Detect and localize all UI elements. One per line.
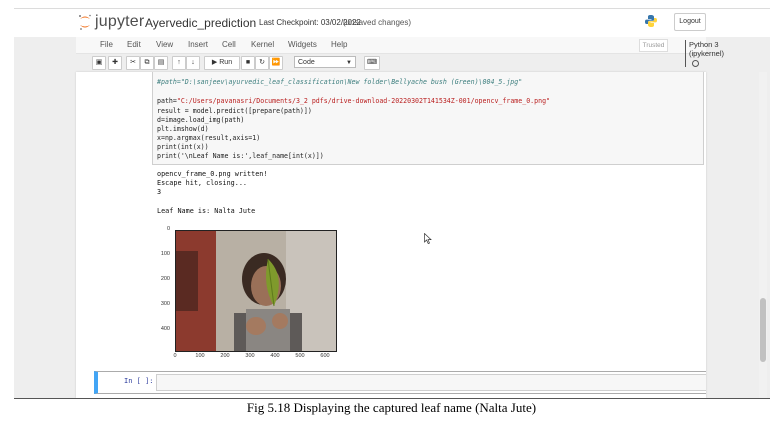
browser-strip [14, 0, 770, 9]
interrupt-button[interactable]: ■ [241, 56, 255, 70]
output-line: 3 [157, 188, 162, 196]
scrollbar[interactable] [759, 72, 767, 398]
code-line: #path="D:\sanjeev\ayurvedic_leaf_classif… [157, 78, 523, 86]
y-tick-label: 0 [166, 226, 170, 232]
command-palette-button[interactable]: ⌨ [364, 56, 380, 70]
cut-icon: ✂ [130, 59, 136, 66]
x-tick-label: 600 [320, 353, 330, 359]
menu-bar: File Edit View Insert Cell Kernel Widget… [76, 37, 724, 67]
restart-icon: ↻ [259, 59, 265, 66]
code-line: plt.imshow(d) [157, 125, 209, 133]
paste-button[interactable]: ▤ [154, 56, 168, 70]
move-up-icon: ↑ [177, 59, 181, 66]
run-button[interactable]: ▶ Run [204, 56, 240, 70]
captured-leaf-image [175, 230, 337, 352]
jupyter-logo[interactable]: jupyter [78, 13, 144, 31]
x-tick-label: 500 [295, 353, 305, 359]
notebook-name[interactable]: Ayervedic_prediction [145, 16, 256, 30]
menu-help[interactable]: Help [331, 40, 347, 49]
code-line: print('\nLeaf Name is:',leaf_name[int(x)… [157, 152, 324, 160]
jupyter-logo-icon [78, 14, 92, 30]
menu-insert[interactable]: Insert [188, 40, 208, 49]
code-line: x=np.argmax(result,axis=1) [157, 134, 261, 142]
copy-button[interactable]: ⧉ [140, 56, 154, 70]
move-down-button[interactable]: ↓ [186, 56, 200, 70]
code-cell-input[interactable]: #path="D:\sanjeev\ayurvedic_leaf_classif… [152, 72, 704, 165]
code-line: print(int(x)) [157, 143, 209, 151]
cut-button[interactable]: ✂ [126, 56, 140, 70]
restart-button[interactable]: ↻ [255, 56, 269, 70]
trusted-badge[interactable]: Trusted [639, 39, 668, 52]
x-tick-label: 100 [195, 353, 205, 359]
x-tick-label: 0 [173, 353, 177, 359]
restart-run-all-button[interactable]: ⏩ [269, 56, 283, 70]
output-line: Escape hit, closing... [157, 179, 248, 187]
notebook-header: jupyter Ayervedic_prediction Last Checkp… [14, 9, 770, 37]
imshow-plot: 0 100 200 300 400 0 100 200 300 400 500 … [156, 222, 346, 367]
menu-file[interactable]: File [100, 40, 113, 49]
menu-cell[interactable]: Cell [222, 40, 236, 49]
code-line: result = model.predict([prepare(path)]) [157, 107, 312, 115]
scrollbar-thumb[interactable] [760, 298, 766, 362]
y-tick-label: 400 [160, 326, 170, 332]
jupyter-screenshot: jupyter Ayervedic_prediction Last Checkp… [14, 0, 770, 398]
copy-icon: ⧉ [144, 59, 150, 66]
menu-kernel[interactable]: Kernel [251, 40, 274, 49]
code-input-area[interactable] [156, 374, 706, 391]
python-logo-icon [644, 14, 658, 33]
code-string: "C:/Users/pavanasri/Documents/3_2 pdfs/d… [176, 97, 551, 105]
unsaved-indicator: (unsaved changes) [343, 18, 412, 27]
move-down-icon: ↓ [191, 59, 195, 66]
code-line: path="C:/Users/pavanasri/Documents/3_2 p… [157, 97, 551, 105]
jupyter-logo-text: jupyter [95, 13, 145, 30]
fast-forward-icon: ⏩ [271, 59, 281, 66]
cell-type-value: Code [298, 59, 315, 66]
output-line: opencv_frame_0.png written! [157, 170, 268, 178]
stop-icon: ■ [245, 59, 251, 66]
insert-cell-button[interactable]: ✚ [108, 56, 122, 70]
save-icon: ▣ [95, 59, 103, 66]
cell-type-select[interactable]: Code ▼ [294, 56, 356, 68]
menu-edit[interactable]: Edit [127, 40, 141, 49]
caption-divider [14, 398, 770, 399]
y-tick-label: 200 [160, 276, 170, 282]
keyboard-icon: ⌨ [366, 59, 378, 66]
run-icon: ▶ [211, 59, 218, 66]
notebook-toolbar: ▣ ✚ ✂ ⧉ ▤ ↑ ↓ ▶ Run ■ ↻ ⏩ Code ▼ ⌨ [76, 55, 706, 71]
y-tick-label: 300 [160, 301, 170, 307]
x-tick-label: 300 [245, 353, 255, 359]
menu-view[interactable]: View [156, 40, 173, 49]
move-up-button[interactable]: ↑ [172, 56, 186, 70]
chevron-down-icon: ▼ [346, 60, 352, 66]
save-button[interactable]: ▣ [92, 56, 106, 70]
leaf-name-output: Leaf Name is: Nalta Jute [157, 207, 256, 215]
logout-button[interactable]: Logout [674, 13, 706, 31]
menu-widgets[interactable]: Widgets [288, 40, 317, 49]
paste-icon: ▤ [157, 59, 165, 66]
input-prompt: In [ ]: [124, 377, 154, 385]
y-tick-label: 100 [160, 251, 170, 257]
code-line: d=image.load_img(path) [157, 116, 245, 124]
figure-caption: Fig 5.18 Displaying the captured leaf na… [246, 400, 537, 415]
run-label: Run [219, 59, 233, 66]
mouse-cursor-icon [424, 231, 432, 249]
x-tick-label: 400 [270, 353, 280, 359]
empty-code-cell[interactable]: In [ ]: [94, 371, 706, 394]
x-tick-label: 200 [220, 353, 230, 359]
add-icon: ✚ [112, 59, 118, 66]
notebook-page: #path="D:\sanjeev\ayurvedic_leaf_classif… [76, 72, 706, 398]
